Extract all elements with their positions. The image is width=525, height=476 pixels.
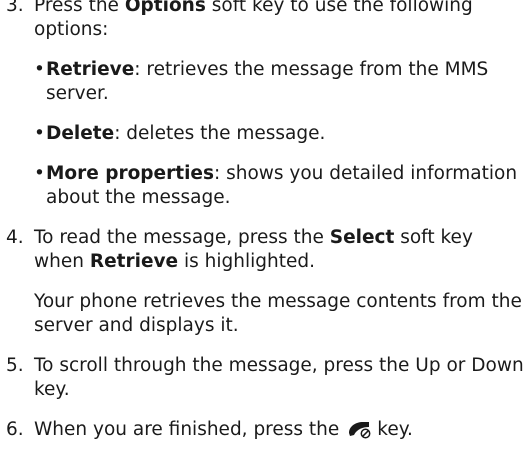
bullet-icon: • bbox=[34, 163, 45, 184]
step-text: When you are finished, press the key. bbox=[34, 419, 413, 440]
options-list: • Retrieve: retrieves the message from t… bbox=[34, 58, 525, 210]
step-6: 6. When you are finished, press the key. bbox=[0, 418, 525, 442]
end-call-key-icon bbox=[347, 419, 373, 439]
list-item: • More properties: shows you detailed in… bbox=[34, 162, 525, 210]
step-text: Press the Options soft key to use the fo… bbox=[34, 0, 525, 42]
step-number: 6. bbox=[6, 419, 24, 440]
bullet-icon: • bbox=[34, 59, 45, 80]
step-3: 3. Press the Options soft key to use the… bbox=[0, 0, 525, 210]
step-4: 4. To read the message, press the Select… bbox=[0, 226, 525, 338]
step-number: 4. bbox=[6, 227, 24, 248]
retrieve-option-label: Retrieve bbox=[89, 251, 179, 272]
list-item: • Delete: deletes the message. bbox=[34, 122, 525, 146]
option-name: Delete bbox=[46, 123, 115, 144]
step-text: To scroll through the message, press the… bbox=[34, 355, 524, 400]
options-key-label: Options bbox=[124, 0, 206, 16]
bullet-icon: • bbox=[34, 123, 45, 144]
step-number: 5. bbox=[6, 355, 24, 376]
option-description: : deletes the message. bbox=[114, 123, 326, 144]
step-number: 3. bbox=[6, 0, 24, 16]
instruction-document: 3. Press the Options soft key to use the… bbox=[0, 0, 525, 440]
step-5: 5. To scroll through the message, press … bbox=[0, 354, 525, 402]
step-note: Your phone retrieves the message content… bbox=[34, 291, 522, 336]
select-key-label: Select bbox=[329, 227, 395, 248]
option-name: More properties bbox=[46, 163, 214, 184]
list-item: • Retrieve: retrieves the message from t… bbox=[34, 58, 525, 106]
option-name: Retrieve bbox=[46, 59, 135, 80]
step-text: To read the message, press the Select so… bbox=[34, 227, 473, 272]
